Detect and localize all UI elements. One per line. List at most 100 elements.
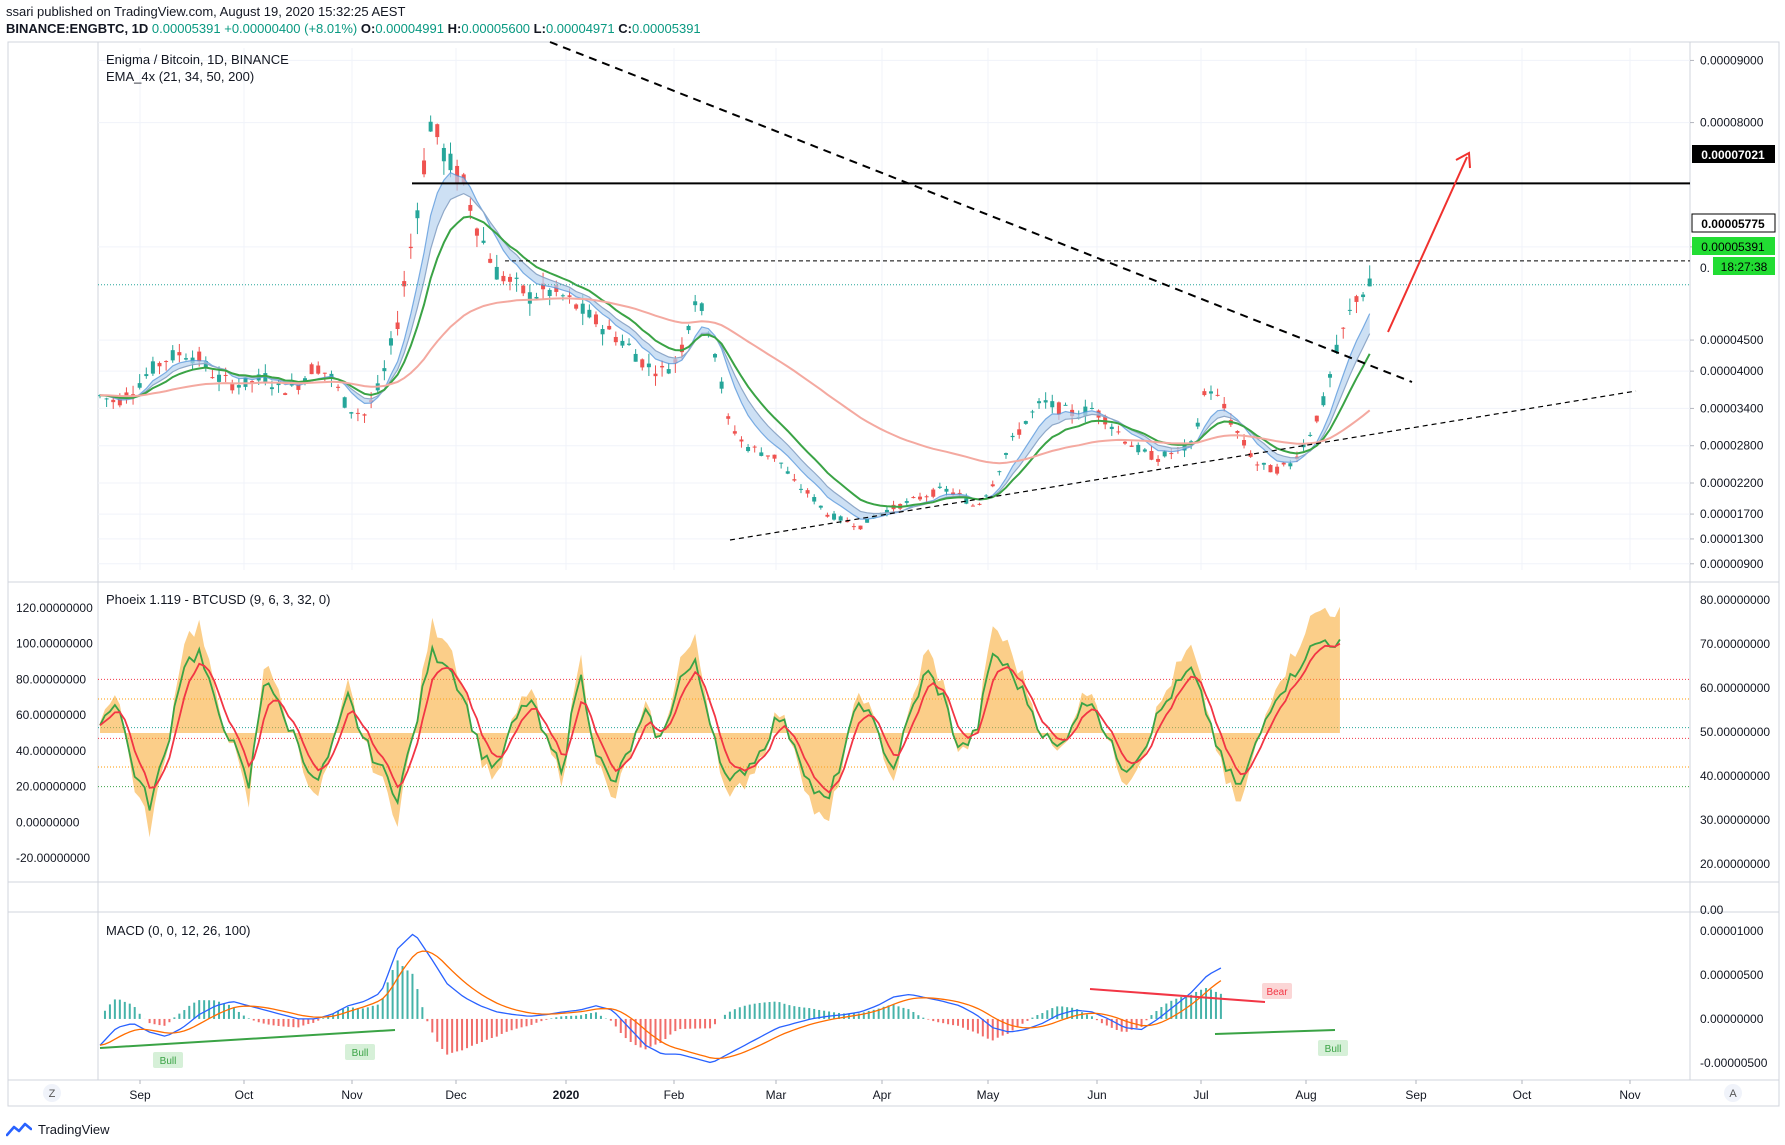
osc-right-tick-6: 20.00000000	[1700, 857, 1770, 871]
footer: TradingView	[6, 1121, 110, 1137]
macd-hist-bar	[654, 1018, 657, 1045]
osc-left-tick-1: 100.00000000	[16, 637, 93, 651]
macd-hist-bar	[183, 1010, 186, 1019]
macd-hist-bar	[1209, 989, 1212, 1019]
macd-tick-1: 0.00000500	[1700, 968, 1764, 982]
candle-body	[627, 343, 632, 345]
zoom-button-label: Z	[49, 1088, 56, 1100]
candle-body	[388, 338, 393, 346]
macd-hist-bar	[267, 1018, 270, 1025]
macd-hist-bar	[1046, 1010, 1049, 1019]
macd-hist-bar	[386, 982, 389, 1019]
macd-hist-bar	[466, 1018, 469, 1049]
candle-body	[1235, 430, 1240, 433]
macd-tick-3: -0.00000500	[1700, 1056, 1768, 1070]
price-tick-9: 0.00001300	[1700, 532, 1764, 546]
last-price-label: 0.00005391	[1701, 240, 1765, 254]
candle-body	[355, 412, 360, 414]
candle-body	[1003, 453, 1008, 455]
ema-50-line	[99, 215, 1371, 508]
macd-hist-bar	[594, 1012, 597, 1019]
macd-hist-bar	[242, 1015, 245, 1019]
tradingview-brand[interactable]: TradingView	[38, 1122, 110, 1137]
macd-hist-bar	[971, 1018, 974, 1032]
candle-body	[924, 496, 929, 498]
candle-body	[210, 377, 215, 379]
macd-hist-bar	[823, 1010, 826, 1019]
candle-body	[422, 160, 427, 175]
time-tick-7: Apr	[873, 1088, 892, 1102]
symbol-label[interactable]: BINANCE:ENGBTC, 1D	[6, 21, 148, 36]
candle-body	[223, 374, 228, 376]
macd-hist-bar	[237, 1011, 240, 1019]
candle-body	[435, 124, 440, 138]
candle-body	[283, 393, 288, 395]
macd-hist-bar	[659, 1018, 662, 1043]
macd-hist-bar	[991, 1018, 994, 1041]
macd-hist-bar	[902, 1007, 905, 1019]
countdown-label: 18:27:38	[1721, 260, 1768, 274]
macd-hist-bar	[733, 1009, 736, 1019]
candle-body	[739, 439, 744, 442]
osc-left-tick-4: 40.00000000	[16, 744, 86, 758]
macd-hist-bar	[907, 1009, 910, 1019]
trading-chart[interactable]: 0.000090000.000080000.000060000.00004500…	[0, 36, 1785, 1116]
osc-right-tick-7: 0.00	[1700, 903, 1724, 917]
macd-hist-bar	[118, 999, 121, 1019]
candle-body	[1116, 431, 1121, 433]
tradingview-logo-icon[interactable]	[6, 1121, 32, 1137]
candle-body	[785, 471, 790, 474]
macd-series: Bull Bull Bear Bull	[99, 933, 1348, 1068]
candle-body	[236, 385, 241, 388]
candle-body	[1321, 396, 1326, 406]
candle-body	[415, 210, 420, 219]
candle-body	[660, 365, 665, 368]
macd-hist-bar	[580, 1015, 583, 1019]
price-tick-6: 0.00002800	[1700, 439, 1764, 453]
time-tick-1: Oct	[235, 1088, 254, 1102]
candle-body	[362, 414, 367, 416]
macd-hist-bar	[535, 1018, 538, 1023]
macd-hist-bar	[624, 1018, 627, 1039]
macd-hist-bar	[694, 1018, 697, 1029]
macd-hist-bar	[590, 1013, 593, 1019]
macd-hist-bar	[932, 1018, 935, 1022]
macd-hist-bar	[153, 1018, 156, 1025]
candle-body	[911, 497, 916, 499]
candle-body	[693, 301, 698, 306]
candle-body	[732, 431, 737, 434]
macd-hist-bar	[912, 1011, 915, 1019]
osc-right-tick-2: 60.00000000	[1700, 681, 1770, 695]
time-tick-10: Jul	[1193, 1088, 1208, 1102]
candle-body	[792, 479, 797, 481]
dashed-level-price-label: 0.00005775	[1701, 217, 1765, 231]
candle-body	[157, 362, 162, 367]
macd-hist-bar	[758, 1002, 761, 1019]
macd-hist-bar	[981, 1018, 984, 1037]
candle-body	[177, 352, 182, 356]
macd-hist-bar	[1100, 1018, 1103, 1024]
price-tick-8: 0.00001700	[1700, 507, 1764, 521]
macd-hist-bar	[609, 1018, 612, 1021]
macd-hist-bar	[480, 1018, 483, 1043]
close-value: 0.00005391	[631, 21, 701, 36]
candle-body	[382, 368, 387, 372]
macd-hist-bar	[193, 1002, 196, 1019]
candle-body	[170, 350, 175, 361]
osc-left-tick-7: -20.00000000	[16, 851, 90, 865]
candle-body	[851, 526, 856, 528]
candle-body	[269, 387, 274, 390]
candle-body	[818, 505, 823, 508]
candle-body	[600, 329, 605, 335]
price-pane-title: Enigma / Bitcoin, 1D, BINANCE	[106, 52, 289, 67]
price-tick-5: 0.00003400	[1700, 401, 1764, 415]
macd-hist-bar	[917, 1015, 920, 1019]
candle-body	[1288, 463, 1293, 467]
macd-hist-bar	[1115, 1018, 1118, 1030]
price-series	[98, 115, 1372, 531]
candle-body	[1275, 466, 1280, 474]
low-value: 0.00004971	[545, 21, 615, 36]
candle-body	[316, 365, 321, 374]
time-tick-14: Nov	[1619, 1088, 1640, 1102]
candle-body	[1050, 401, 1055, 408]
